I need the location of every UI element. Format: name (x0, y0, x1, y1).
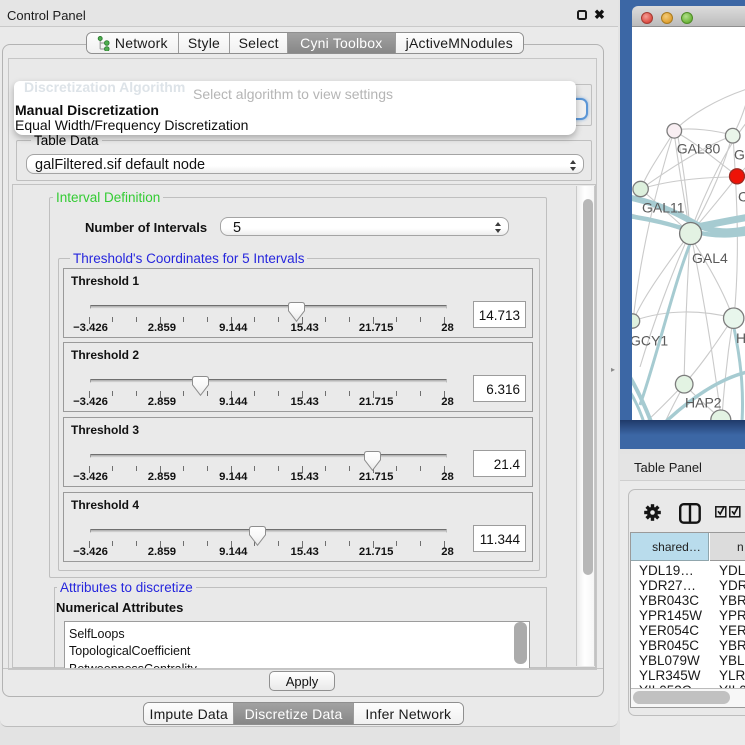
svg-text:GCY1: GCY1 (632, 333, 668, 349)
svg-text:G.: G. (734, 147, 745, 163)
svg-text:HAP2: HAP2 (685, 395, 722, 411)
svg-text:GAL11: GAL11 (642, 200, 685, 216)
svg-text:H: H (736, 330, 745, 346)
svg-text:GAL80: GAL80 (677, 141, 721, 157)
svg-text:C: C (738, 189, 745, 205)
svg-text:GAL4: GAL4 (692, 250, 728, 266)
